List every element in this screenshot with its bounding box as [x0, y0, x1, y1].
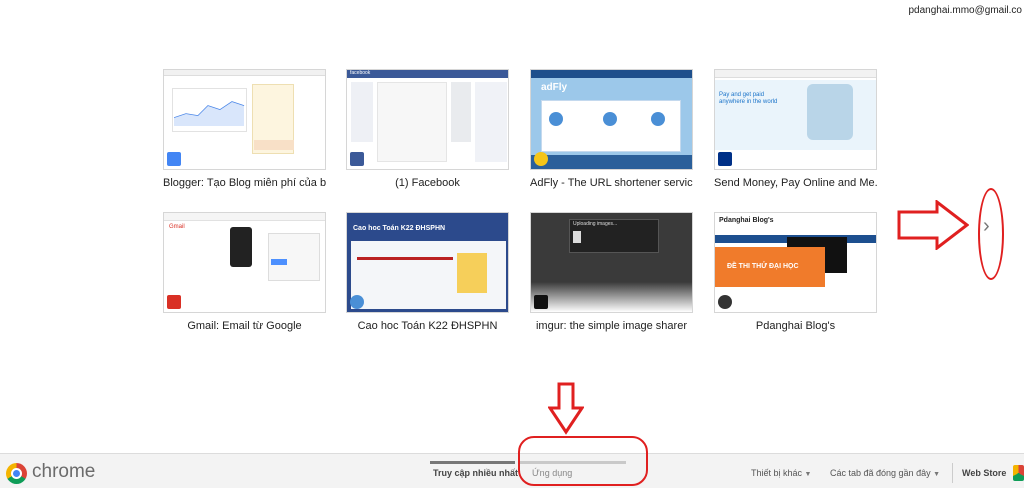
tile-title: Pdanghai Blog's [755, 320, 836, 332]
account-email[interactable]: pdanghai.mmo@gmail.co [908, 5, 1022, 16]
thumbnail-tile-adfly[interactable]: adFly AdFly - The URL shortener servic..… [530, 69, 693, 189]
footer-divider [952, 463, 953, 483]
tile-title: (1) Facebook [395, 177, 460, 189]
paypal-icon [718, 152, 732, 166]
adfly-logo: adFly [541, 82, 568, 93]
adfly-icon [534, 152, 548, 166]
tile-title: Blogger: Tạo Blog miễn phí của b... [163, 177, 326, 189]
thumbnail-tile-blog[interactable]: Pdanghai Blog's ĐỀ THI THỬ ĐẠI HỌC Pdang… [714, 212, 877, 332]
thumbnail-tile-caohoc[interactable]: Cao hoc Toán K22 ĐHSPHN Cao hoc Toán K22… [346, 212, 509, 332]
paypal-headline: Pay and get paid anywhere in the world [719, 92, 778, 105]
caohoc-heading: Cao hoc Toán K22 ĐHSPHN [353, 225, 446, 232]
recently-closed-label: Các tab đã đóng gần đây [830, 468, 931, 478]
blog-icon [718, 295, 732, 309]
web-store-icon[interactable] [1013, 465, 1024, 481]
web-store-label: Web Store [962, 468, 1007, 478]
facebook-wordmark: facebook [350, 70, 371, 76]
tab-indicator-most-visited [430, 461, 515, 464]
annotation-arrow-right [897, 200, 969, 250]
facebook-icon [350, 152, 364, 166]
imgur-icon [534, 295, 548, 309]
chrome-brand: chrome [32, 461, 96, 482]
recently-closed-menu[interactable]: Các tab đã đóng gần đây ▼ [830, 468, 940, 478]
annotation-arrow-down [548, 382, 584, 435]
gmail-icon [167, 295, 181, 309]
other-devices-menu[interactable]: Thiết bị khác ▼ [751, 468, 811, 478]
tile-title: imgur: the simple image sharer [535, 320, 687, 332]
thumbnail-image[interactable]: Pay and get paid anywhere in the world [714, 69, 877, 170]
next-page-chevron-icon[interactable]: › [983, 215, 990, 238]
annotation-circle-apps [518, 436, 648, 486]
thumbnail-image[interactable]: Uploading images... [530, 212, 693, 313]
gmail-label: Gmail [169, 224, 185, 230]
thumbnail-image[interactable]: facebook [346, 69, 509, 170]
ntp-footer: chrome Truy cập nhiều nhất Ứng dụng Thiế… [0, 453, 1024, 488]
thumbnail-image[interactable]: Pdanghai Blog's ĐỀ THI THỬ ĐẠI HỌC [714, 212, 877, 313]
thumbnail-tile-facebook[interactable]: facebook (1) Facebook [346, 69, 509, 189]
thumbnail-tile-imgur[interactable]: Uploading images... imgur: the simple im… [530, 212, 693, 332]
blog-header: Pdanghai Blog's [719, 217, 774, 224]
thumbnail-tile-blogger[interactable]: Blogger: Tạo Blog miễn phí của b... [163, 69, 326, 189]
tab-most-visited[interactable]: Truy cập nhiều nhất [433, 468, 518, 478]
site-icon [350, 295, 364, 309]
tile-title: Send Money, Pay Online and Me... [714, 177, 877, 189]
tile-title: Cao hoc Toán K22 ĐHSPHN [357, 320, 498, 332]
thumbnail-image[interactable]: adFly [530, 69, 693, 170]
thumbnail-image[interactable] [163, 69, 326, 170]
chevron-down-icon: ▼ [933, 471, 941, 478]
tile-title: AdFly - The URL shortener servic... [530, 177, 693, 189]
imgur-dialog: Uploading images... [573, 221, 618, 227]
thumbnail-image[interactable]: Gmail [163, 212, 326, 313]
annotation-circle-next [978, 188, 1004, 280]
thumbnail-tile-paypal[interactable]: Pay and get paid anywhere in the world S… [714, 69, 877, 189]
other-devices-label: Thiết bị khác [751, 468, 803, 478]
thumbnail-tile-gmail[interactable]: Gmail Gmail: Email từ Google [163, 212, 326, 332]
chevron-down-icon: ▼ [804, 471, 812, 478]
web-store-link[interactable]: Web Store [962, 468, 1006, 478]
tile-title: Gmail: Email từ Google [187, 320, 302, 332]
blog-banner: ĐỀ THI THỬ ĐẠI HỌC [727, 263, 799, 270]
chrome-logo-icon [6, 463, 27, 484]
thumbnail-image[interactable]: Cao hoc Toán K22 ĐHSPHN [346, 212, 509, 313]
google-icon [167, 152, 181, 166]
